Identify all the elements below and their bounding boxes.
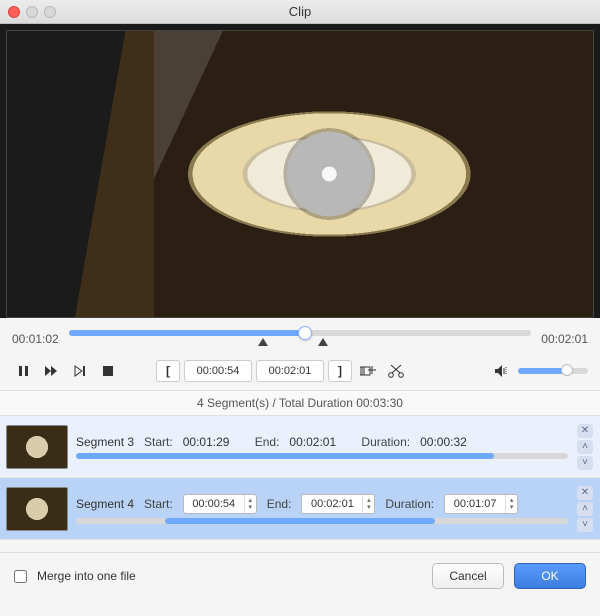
move-down-icon[interactable]: ˅ <box>577 456 593 470</box>
end-label: End: <box>267 497 292 511</box>
end-time: 00:02:01 <box>289 435 351 449</box>
segment-thumbnail <box>6 425 68 469</box>
titlebar: Clip <box>0 0 600 24</box>
segment-row[interactable]: Segment 4 Start: ▴▾ End: ▴▾ Duration: ▴▾… <box>0 478 600 540</box>
segments-summary: 4 Segment(s) / Total Duration 00:03:30 <box>0 390 600 416</box>
footer: Merge into one file Cancel OK <box>0 552 600 599</box>
current-time: 00:01:02 <box>12 332 59 346</box>
cancel-button[interactable]: Cancel <box>432 563 504 589</box>
timeline-playhead[interactable] <box>298 326 312 340</box>
duration-time-stepper[interactable]: ▴▾ <box>444 494 518 514</box>
volume-knob[interactable] <box>561 364 573 376</box>
next-frame-button[interactable] <box>68 360 92 382</box>
segments-list: Segment 3 Start: 00:01:29 End: 00:02:01 … <box>0 416 600 552</box>
video-frame[interactable] <box>6 30 594 318</box>
duration-label: Duration: <box>385 497 434 511</box>
out-point-marker[interactable] <box>318 338 328 346</box>
merge-label[interactable]: Merge into one file <box>37 569 136 583</box>
segment-name: Segment 3 <box>76 435 134 449</box>
segment-name: Segment 4 <box>76 497 134 511</box>
out-point-time[interactable]: 00:02:01 <box>256 360 324 382</box>
segment-row[interactable]: Segment 3 Start: 00:01:29 End: 00:02:01 … <box>0 416 600 478</box>
player-controls: [ 00:00:54 00:02:01 ] <box>0 356 600 390</box>
duration-time: 00:00:32 <box>420 435 482 449</box>
pause-button[interactable] <box>12 360 36 382</box>
ok-button[interactable]: OK <box>514 563 586 589</box>
start-time-input[interactable] <box>184 498 244 510</box>
cut-icon[interactable] <box>384 360 408 382</box>
timeline-track[interactable] <box>69 324 532 354</box>
stop-button[interactable] <box>96 360 120 382</box>
window-title: Clip <box>0 4 600 19</box>
duration-time-input[interactable] <box>445 498 505 510</box>
start-time-stepper[interactable]: ▴▾ <box>183 494 257 514</box>
segment-thumbnail <box>6 487 68 531</box>
add-segment-icon[interactable] <box>356 360 380 382</box>
remove-segment-icon[interactable]: ✕ <box>577 424 593 438</box>
end-time-stepper[interactable]: ▴▾ <box>301 494 375 514</box>
stepper-buttons[interactable]: ▴▾ <box>362 495 374 513</box>
stepper-buttons[interactable]: ▴▾ <box>244 495 256 513</box>
segment-progress[interactable] <box>76 453 568 459</box>
segment-progress[interactable] <box>76 518 568 524</box>
end-label: End: <box>255 435 280 449</box>
remove-segment-icon[interactable]: ✕ <box>577 486 593 500</box>
merge-checkbox[interactable] <box>14 570 27 583</box>
in-point-time[interactable]: 00:00:54 <box>184 360 252 382</box>
duration-label: Duration: <box>361 435 410 449</box>
end-time-input[interactable] <box>302 498 362 510</box>
start-label: Start: <box>144 435 173 449</box>
timeline: 00:01:02 00:02:01 <box>0 318 600 356</box>
video-preview-area <box>0 24 600 318</box>
set-in-point-button[interactable]: [ <box>156 360 180 382</box>
timeline-fill <box>69 330 305 336</box>
fast-forward-button[interactable] <box>40 360 64 382</box>
start-label: Start: <box>144 497 173 511</box>
move-down-icon[interactable]: ˅ <box>577 518 593 532</box>
in-point-marker[interactable] <box>258 338 268 346</box>
move-up-icon[interactable]: ˄ <box>577 502 593 516</box>
set-out-point-button[interactable]: ] <box>328 360 352 382</box>
start-time: 00:01:29 <box>183 435 245 449</box>
volume-slider[interactable] <box>518 368 588 374</box>
end-time: 00:02:01 <box>541 332 588 346</box>
volume-icon[interactable] <box>490 360 514 382</box>
move-up-icon[interactable]: ˄ <box>577 440 593 454</box>
stepper-buttons[interactable]: ▴▾ <box>505 495 517 513</box>
